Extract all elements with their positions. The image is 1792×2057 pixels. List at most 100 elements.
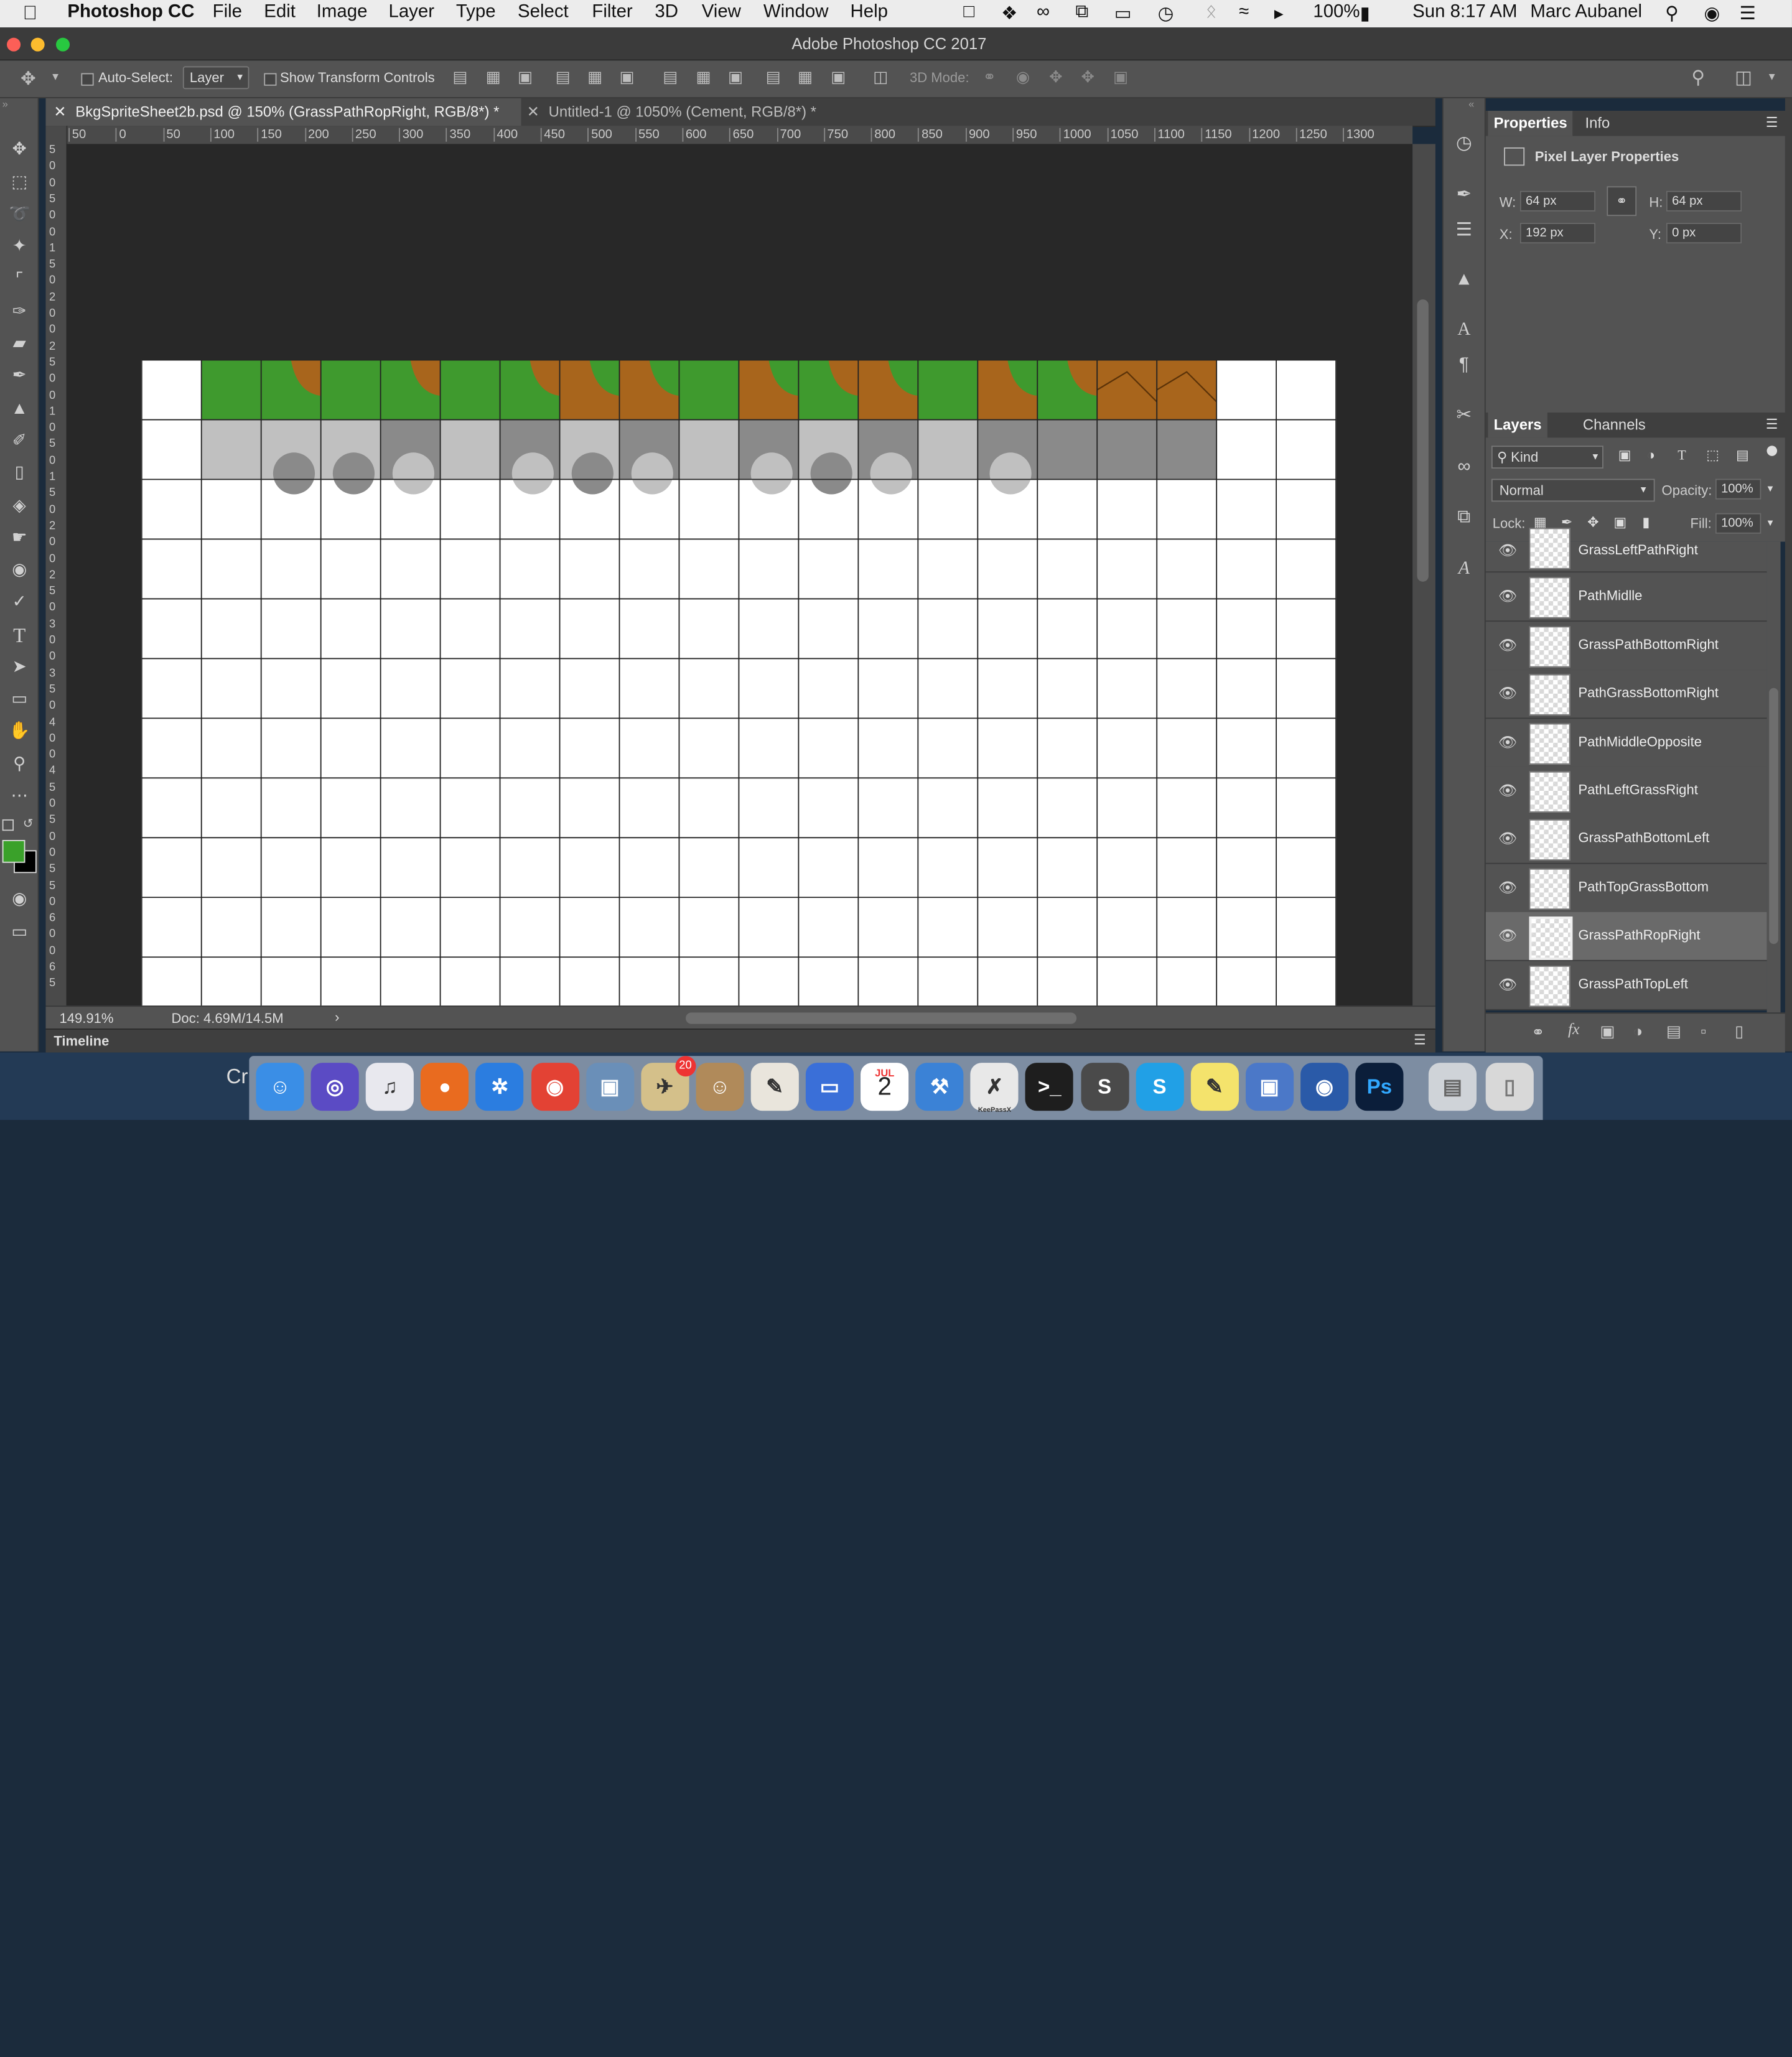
history-panel-icon[interactable]: ◷ [1452, 133, 1475, 156]
healing-brush-tool-icon[interactable]: ▰ [6, 330, 33, 358]
user-name[interactable]: Marc Aubanel [1530, 2, 1642, 23]
visibility-eye-icon[interactable]: 👁 [1498, 637, 1517, 655]
visibility-eye-icon[interactable]: 👁 [1498, 879, 1517, 897]
clone-source-panel-icon[interactable]: ▲ [1452, 269, 1475, 292]
chevron-down-icon[interactable]: ▼ [1766, 518, 1775, 528]
layer-row[interactable]: 👁 PathTopGrassBottom [1485, 864, 1767, 913]
chevron-down-icon[interactable]: ▼ [50, 71, 60, 82]
character-panel-icon[interactable]: A [1452, 319, 1475, 342]
align-top-icon[interactable]: ▤ [452, 67, 467, 86]
3d-pan-icon[interactable]: ✥ [1049, 67, 1063, 86]
search-icon[interactable]: ⚲ [1691, 67, 1705, 90]
eyedropper-tool-icon[interactable]: ✑ [6, 298, 33, 325]
adjustments-panel-icon[interactable]: ☰ [1452, 220, 1475, 243]
distribute-vcenter-icon[interactable]: ▦ [696, 67, 711, 86]
panel-menu-icon[interactable]: ☰ [1414, 1032, 1426, 1048]
vmware-icon[interactable]: ▣ [1245, 1063, 1294, 1111]
lock-artboard-icon[interactable]: ▣ [1613, 515, 1626, 531]
opacity-input[interactable]: 100% [1715, 478, 1762, 500]
layer-filter-dropdown[interactable]: ⚲ Kind ▼ [1491, 445, 1603, 469]
menu-select[interactable]: Select [518, 2, 569, 23]
filter-smart-object-icon[interactable]: ▤ [1736, 447, 1749, 463]
distribute-right-icon[interactable]: ▣ [831, 67, 846, 86]
quick-select-tool-icon[interactable]: ✦ [6, 233, 33, 261]
trash-icon[interactable]: ▯ [1485, 1063, 1534, 1111]
zoom-level[interactable]: 149.91% [60, 1010, 114, 1027]
panel-menu-icon[interactable]: ☰ [1766, 114, 1778, 131]
fx-icon[interactable]: fx [1568, 1022, 1580, 1040]
w-input[interactable]: 64 px [1519, 190, 1596, 212]
vertical-scrollbar[interactable] [1412, 144, 1435, 1006]
hand-tool-icon[interactable]: ✋ [6, 717, 33, 745]
time-machine-icon[interactable]: ◷ [1158, 2, 1174, 26]
filter-pixel-icon[interactable]: ▣ [1618, 447, 1631, 463]
panel-menu-icon[interactable]: ☰ [1766, 416, 1778, 432]
clock[interactable]: Sun 8:17 AM [1412, 2, 1517, 23]
screen-record-icon[interactable]: □ [963, 2, 974, 23]
visibility-eye-icon[interactable]: 👁 [1498, 976, 1517, 994]
horizontal-scrollbar[interactable] [686, 1012, 1077, 1024]
quick-mask-icon[interactable]: ◉ [6, 885, 33, 913]
notes-icon[interactable]: ✎ [1190, 1063, 1239, 1111]
visibility-eye-icon[interactable]: 👁 [1498, 542, 1517, 560]
terminal-icon[interactable]: >_ [1025, 1063, 1074, 1111]
layers-scrollbar[interactable] [1766, 541, 1781, 1013]
layer-row[interactable]: 👁 PathMiddleOpposite [1485, 718, 1767, 768]
stamp-tool-icon[interactable]: ▲ [6, 395, 33, 422]
volume-icon[interactable]: ▸ [1274, 2, 1284, 26]
x-input[interactable]: 192 px [1519, 223, 1596, 244]
smudge-tool-icon[interactable]: ☛ [6, 525, 33, 552]
apple-icon[interactable]:  [23, 2, 37, 26]
marquee-tool-icon[interactable]: ⬚ [6, 169, 33, 197]
3d-roll-icon[interactable]: ◉ [1016, 67, 1030, 86]
skype-icon[interactable]: S [1135, 1063, 1184, 1111]
menu-window[interactable]: Window [763, 2, 829, 23]
h-input[interactable]: 64 px [1666, 190, 1742, 212]
filter-shape-icon[interactable]: ⬚ [1706, 447, 1719, 463]
chevron-down-icon[interactable]: ▼ [1767, 71, 1777, 82]
tab-properties[interactable]: Properties [1488, 111, 1573, 136]
tab-info[interactable]: Info [1579, 111, 1615, 136]
contacts-icon[interactable]: ☺ [696, 1063, 744, 1111]
tab-channels[interactable]: Channels [1577, 413, 1651, 437]
visibility-eye-icon[interactable]: 👁 [1498, 830, 1517, 848]
glyphs-panel-icon[interactable]: A [1452, 557, 1475, 581]
paragraph-panel-icon[interactable]: ¶ [1452, 354, 1475, 377]
xcode-icon[interactable]: ⚒ [915, 1063, 964, 1111]
layer-row[interactable]: 👁 PathLeftGrassRight [1485, 767, 1767, 816]
workspace-icon[interactable]: ◫ [1735, 67, 1752, 90]
more-tools-icon[interactable]: ⋯ [6, 783, 33, 810]
libraries-panel-icon[interactable]: ∞ [1452, 456, 1475, 479]
lasso-tool-icon[interactable]: ➰ [6, 201, 33, 228]
creative-cloud-icon[interactable]: ∞ [1037, 2, 1050, 23]
downloads-stack-icon[interactable]: ▤ [1428, 1063, 1477, 1111]
paint-bucket-tool-icon[interactable]: ◈ [6, 493, 33, 520]
dropbox-icon[interactable]: ❖ [1001, 2, 1017, 26]
menu-3d[interactable]: 3D [655, 2, 678, 23]
wifi-icon[interactable]: ≈ [1239, 2, 1249, 23]
layer-comps-panel-icon[interactable]: ⧉ [1452, 506, 1475, 529]
new-layer-icon[interactable]: ▫ [1701, 1022, 1706, 1040]
trash-icon[interactable]: ▯ [1735, 1022, 1743, 1041]
layer-row[interactable]: 👁 PathMidlle [1485, 572, 1767, 622]
3d-slide-icon[interactable]: ✥ [1081, 67, 1095, 86]
brush-panel-icon[interactable]: ✒ [1452, 184, 1475, 207]
dodge-tool-icon[interactable]: ◉ [6, 556, 33, 584]
eraser-tool-icon[interactable]: ▯ [6, 459, 33, 487]
filter-toggle-icon[interactable] [1766, 445, 1778, 456]
crop-tool-icon[interactable]: ⌜ [6, 266, 33, 294]
layer-row[interactable]: 👁 GrassPathRopRight [1485, 912, 1767, 962]
scrollbar-thumb[interactable] [1769, 688, 1778, 945]
tools-panel-icon[interactable]: ✂ [1452, 404, 1475, 427]
visibility-eye-icon[interactable]: 👁 [1498, 781, 1517, 800]
auto-select-dropdown[interactable]: Layer ▼ [182, 66, 250, 90]
filter-type-icon[interactable]: T [1678, 447, 1686, 464]
show-transform-checkbox[interactable] [264, 73, 277, 86]
document-canvas[interactable] [141, 359, 1337, 1006]
menu-image[interactable]: Image [317, 2, 368, 23]
collapse-icon[interactable]: » [2, 98, 8, 110]
auto-select-checkbox[interactable] [81, 73, 94, 86]
chevron-down-icon[interactable]: ▼ [1766, 483, 1775, 494]
timeline-panel[interactable]: Timeline ☰ [45, 1028, 1435, 1053]
swap-colors-icon[interactable]: ↺ [23, 816, 34, 831]
